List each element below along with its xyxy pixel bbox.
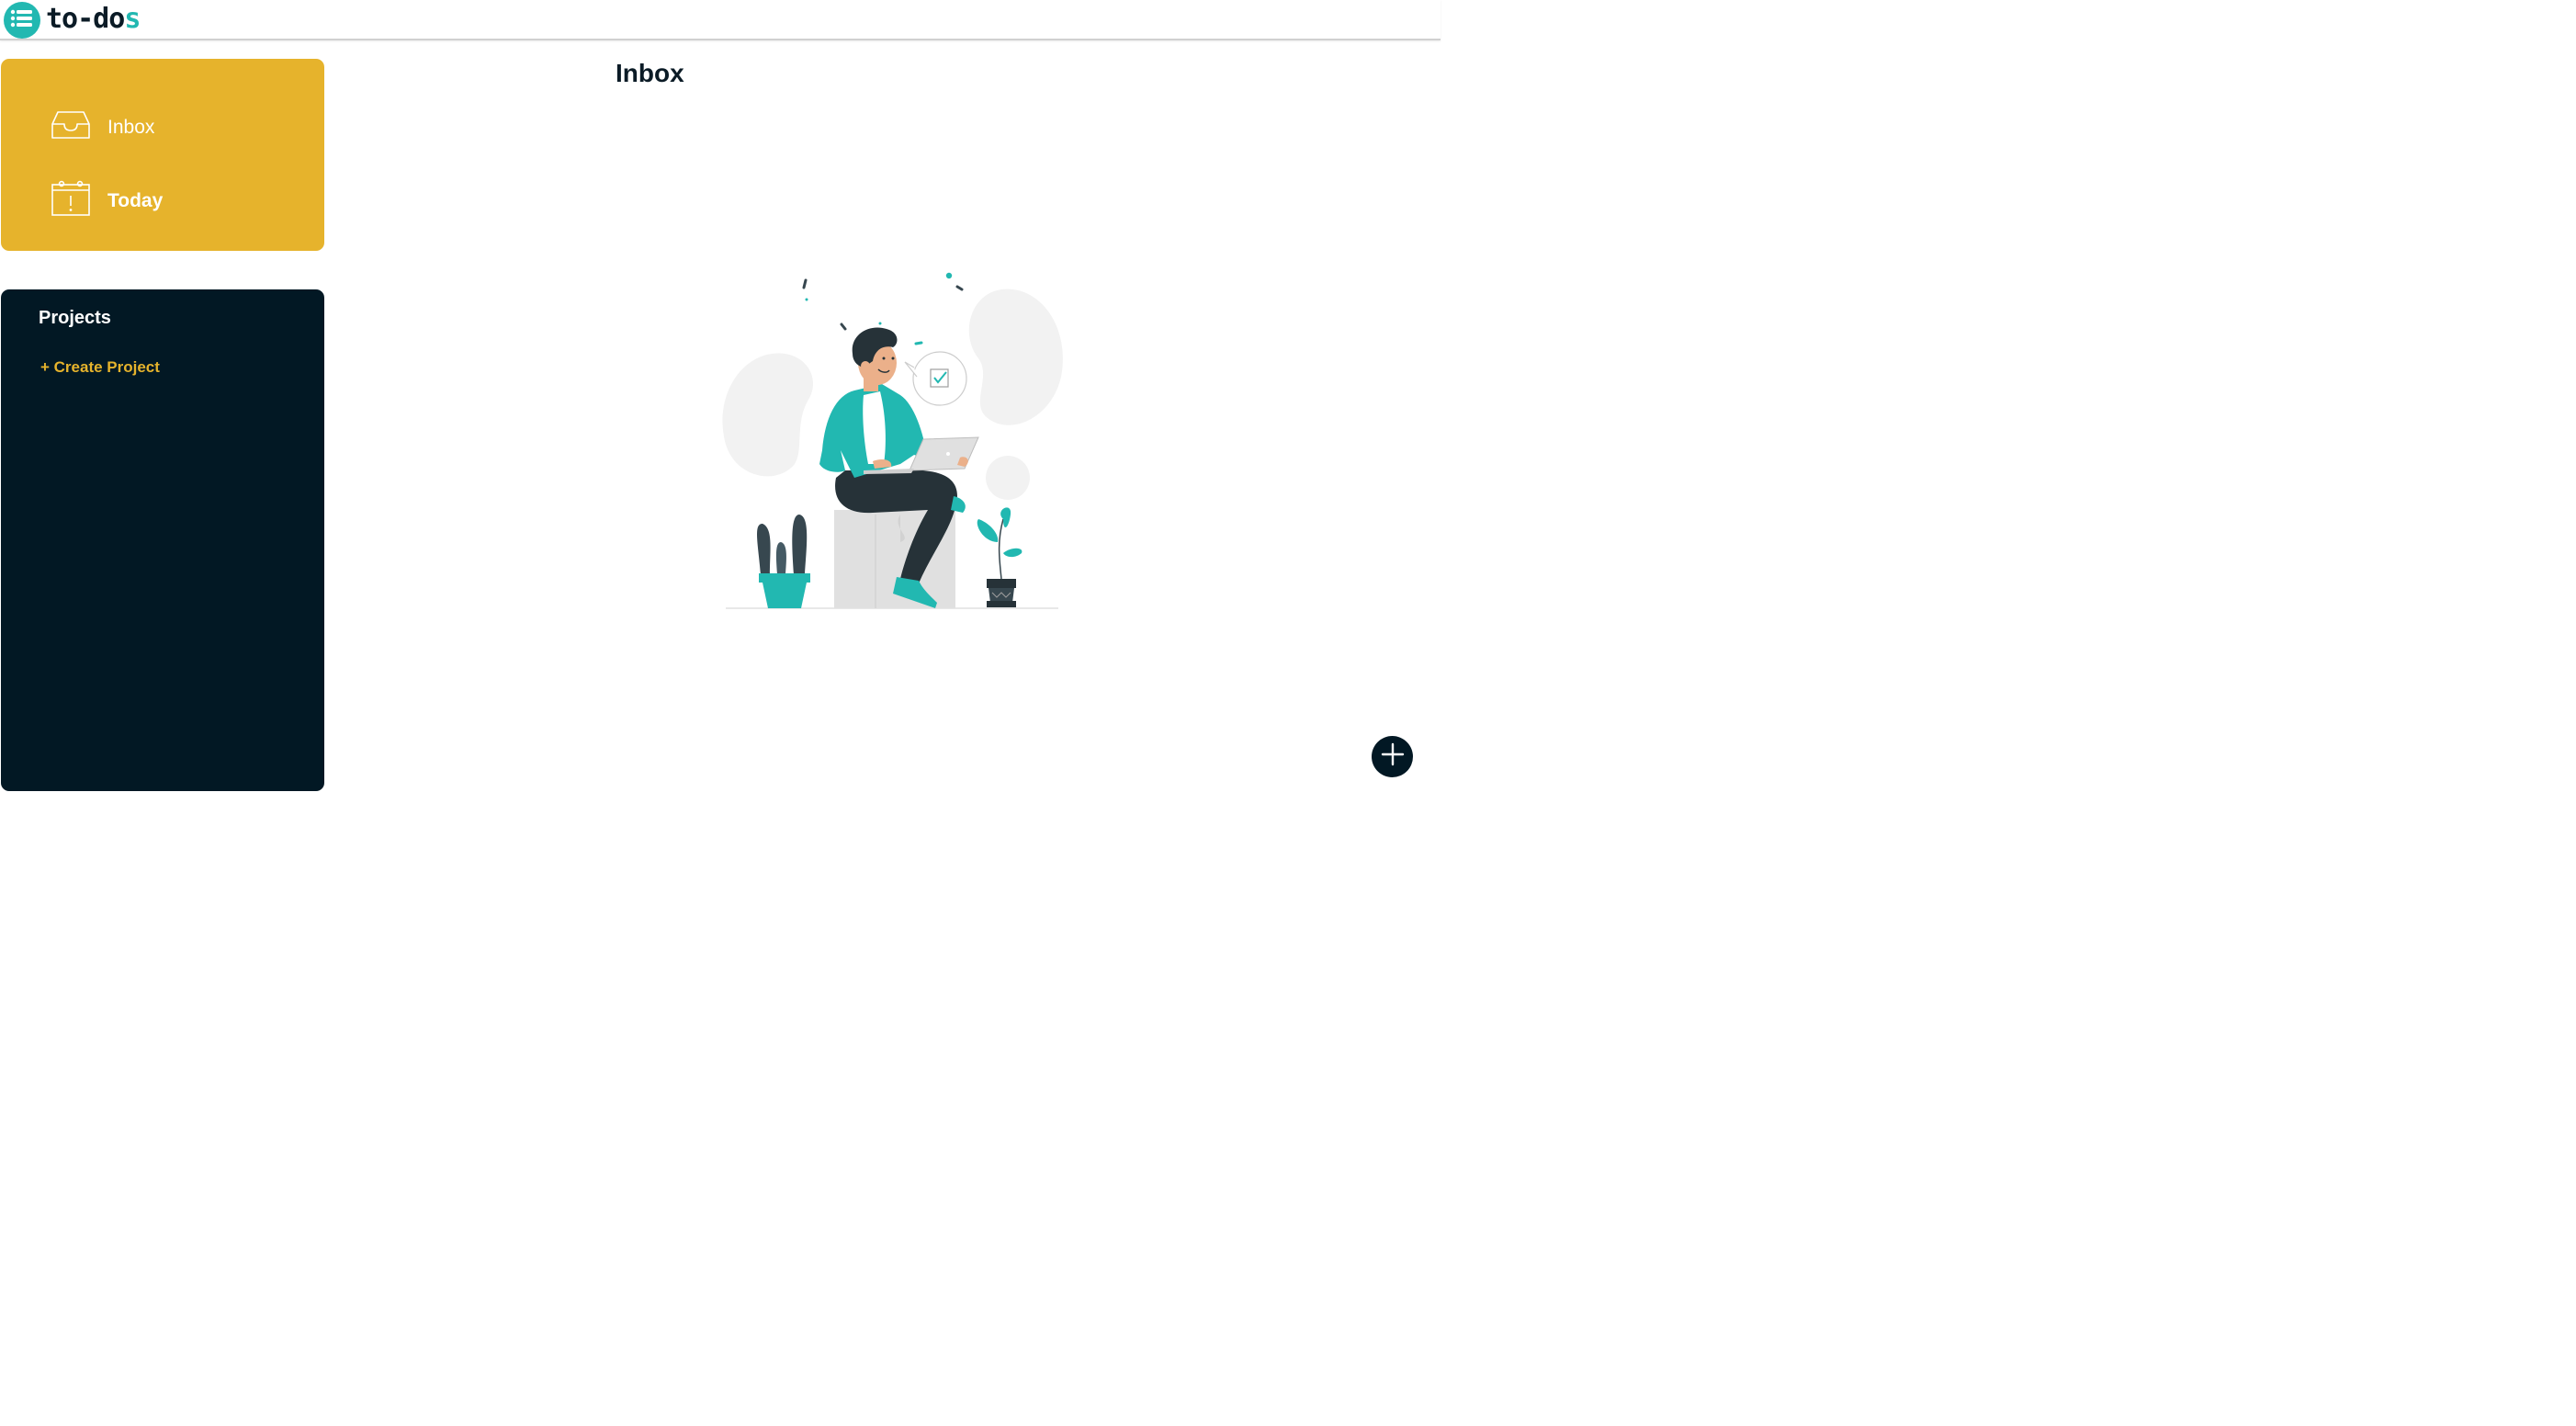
app-logo: to-dos: [46, 3, 141, 35]
page-title: Inbox: [616, 59, 684, 87]
list-menu-icon: [10, 9, 34, 32]
top-bar: to-dos: [0, 0, 1441, 40]
projects-heading: Projects: [39, 308, 111, 328]
create-project-button[interactable]: + Create Project: [40, 358, 160, 377]
sidebar-item-label: Today: [107, 189, 164, 211]
empty-state-illustration: [717, 266, 1066, 616]
add-task-button[interactable]: [1372, 736, 1413, 777]
sidebar-item-label: Inbox: [107, 116, 155, 138]
projects-panel: Projects + Create Project: [1, 289, 324, 791]
calendar-alert-icon: [51, 180, 91, 221]
menu-toggle-button[interactable]: [4, 2, 40, 39]
logo-text: to-do: [46, 3, 125, 35]
sidebar-item-inbox[interactable]: Inbox: [51, 109, 154, 145]
sidebar-nav-card: Inbox Today: [1, 59, 324, 251]
plus-icon: [1381, 742, 1405, 771]
sidebar-item-today[interactable]: Today: [51, 180, 163, 221]
inbox-tray-icon: [51, 109, 91, 145]
logo-accent-text: s: [124, 3, 141, 35]
